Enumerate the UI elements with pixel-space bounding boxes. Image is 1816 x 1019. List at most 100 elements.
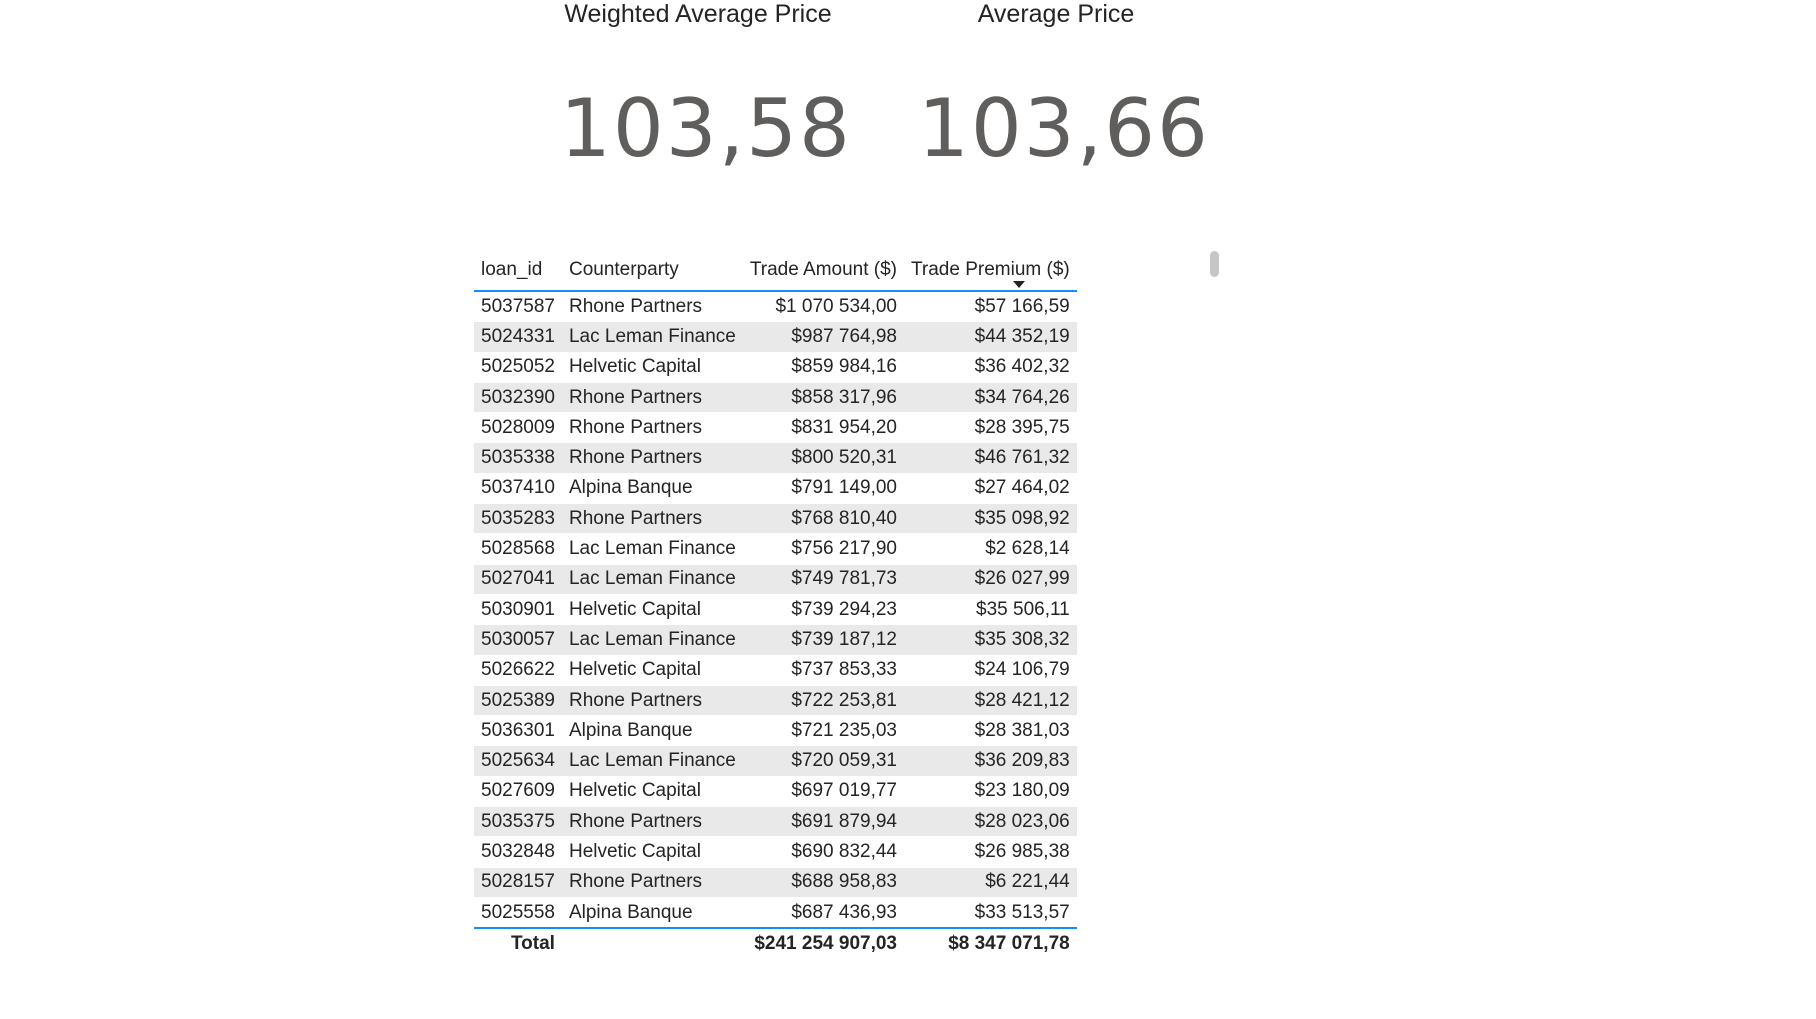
cell-trade-amount: $756 217,90	[742, 533, 904, 565]
cell-counterparty: Helvetic Capital	[561, 594, 743, 626]
table-row[interactable]: 5027041 Lac Leman Finance $749 781,73 $26 0…	[474, 564, 1077, 595]
column-header-trade-premium[interactable]: Trade Premium ($)	[904, 250, 1077, 292]
cell-trade-amount: $800 520,31	[742, 442, 904, 474]
cell-loan-id: 5035375	[474, 806, 562, 838]
cell-trade-premium: $33 513,57	[904, 897, 1077, 929]
cell-loan-id: 5024331	[474, 321, 562, 353]
table-row[interactable]: 5035338 Rhone Partners $800 520,31 $46 761,…	[474, 442, 1077, 474]
column-header-trade-amount[interactable]: Trade Amount ($)	[742, 250, 1025, 292]
table-row[interactable]: 5030901 Helvetic Capital $739 294,23 $35 50…	[474, 594, 1077, 626]
cell-loan-id: 5025389	[474, 685, 562, 717]
table-row[interactable]: 5035375 Rhone Partners $691 879,94 $28 023,…	[474, 806, 1077, 838]
cell-loan-id: 5030057	[474, 624, 562, 656]
cell-trade-premium: $28 395,75	[904, 412, 1077, 444]
table-scrollbar[interactable]	[1210, 251, 1219, 277]
cell-counterparty: Helvetic Capital	[561, 655, 743, 686]
cell-trade-amount: $697 019,77	[742, 776, 904, 808]
card-title: Average Price	[977, 0, 1135, 28]
cell-loan-id: 5025634	[474, 745, 562, 777]
table-total-row: Total $241 254 907,03 $8 347 071,78	[474, 927, 1077, 960]
cell-trade-amount: $737 853,33	[742, 655, 904, 686]
cell-trade-premium: $23 180,09	[904, 776, 1077, 808]
cell-counterparty: Alpina Banque	[561, 897, 743, 929]
cell-trade-amount: $720 059,31	[742, 745, 904, 777]
column-header-counterparty[interactable]: Counterparty	[561, 250, 743, 292]
table-row[interactable]: 5024331 Lac Leman Finance $987 764,98 $44 3…	[474, 321, 1077, 353]
cell-trade-premium: $28 381,03	[904, 715, 1077, 747]
cell-trade-amount: $987 764,98	[742, 321, 904, 353]
table-row[interactable]: 5035283 Rhone Partners $768 810,40 $35 098,…	[474, 503, 1077, 535]
total-trade-premium: $8 347 071,78	[904, 927, 1077, 960]
table-row[interactable]: 5025052 Helvetic Capital $859 984,16 $36 40…	[474, 352, 1077, 383]
cell-counterparty: Rhone Partners	[561, 806, 743, 838]
cell-loan-id: 5036301	[474, 715, 562, 747]
cell-counterparty: Alpina Banque	[561, 715, 743, 747]
cell-loan-id: 5032848	[474, 836, 562, 868]
table-row[interactable]: 5025389 Rhone Partners $722 253,81 $28 421,…	[474, 685, 1077, 717]
cell-counterparty: Rhone Partners	[561, 382, 743, 414]
cell-trade-premium: $34 764,26	[904, 382, 1077, 414]
cell-counterparty: Helvetic Capital	[561, 352, 743, 383]
cell-trade-premium: $44 352,19	[904, 321, 1077, 353]
cell-trade-premium: $28 023,06	[904, 806, 1077, 838]
cell-trade-premium: $46 761,32	[904, 442, 1077, 474]
total-empty-cell	[561, 927, 743, 960]
cell-loan-id: 5026622	[474, 655, 562, 686]
card-title: Weighted Average Price	[564, 0, 832, 28]
loan-trades-table: loan_id Counterparty Trade Amount ($) Tr…	[474, 250, 1077, 960]
cell-trade-premium: $27 464,02	[904, 473, 1077, 505]
table-row[interactable]: 5037587 Rhone Partners $1 070 534,00 $57 16…	[474, 291, 1077, 323]
cell-counterparty: Helvetic Capital	[561, 776, 743, 808]
table-row[interactable]: 5025558 Alpina Banque $687 436,93 $33 513,5…	[474, 897, 1077, 929]
cell-loan-id: 5037410	[474, 473, 562, 505]
table-row[interactable]: 5026622 Helvetic Capital $737 853,33 $24 10…	[474, 655, 1077, 686]
cell-trade-amount: $859 984,16	[742, 352, 904, 383]
column-header-label: Trade Amount ($)	[749, 259, 897, 280]
cell-loan-id: 5027041	[474, 564, 562, 595]
cell-trade-amount: $791 149,00	[742, 473, 904, 505]
cell-loan-id: 5030901	[474, 594, 562, 626]
table-row[interactable]: 5028009 Rhone Partners $831 954,20 $28 395,…	[474, 412, 1077, 444]
cell-trade-amount: $831 954,20	[742, 412, 904, 444]
cell-loan-id: 5035283	[474, 503, 562, 535]
table-row[interactable]: 5028157 Rhone Partners $688 958,83 $6 221,4…	[474, 867, 1077, 898]
cell-trade-premium: $35 308,32	[904, 624, 1077, 656]
cell-trade-amount: $721 235,03	[742, 715, 904, 747]
cell-counterparty: Alpina Banque	[561, 473, 743, 505]
table-row[interactable]: 5036301 Alpina Banque $721 235,03 $28 381,0…	[474, 715, 1077, 747]
table-row[interactable]: 5025634 Lac Leman Finance $720 059,31 $36 2…	[474, 745, 1077, 777]
cell-trade-amount: $749 781,73	[742, 564, 904, 595]
cell-loan-id: 5027609	[474, 776, 562, 808]
cell-trade-premium: $2 628,14	[904, 533, 1077, 565]
cell-counterparty: Lac Leman Finance	[561, 745, 743, 777]
cell-trade-amount: $739 294,23	[742, 594, 904, 626]
column-header-loan-id[interactable]: loan_id	[474, 250, 562, 292]
table-row[interactable]: 5032848 Helvetic Capital $690 832,44 $26 98…	[474, 836, 1077, 868]
cell-trade-premium: $35 506,11	[904, 594, 1077, 626]
cell-counterparty: Rhone Partners	[561, 442, 743, 474]
cell-trade-premium: $26 985,38	[904, 836, 1077, 868]
table-row[interactable]: 5032390 Rhone Partners $858 317,96 $34 764,…	[474, 382, 1077, 414]
total-trade-amount: $241 254 907,03	[742, 927, 904, 960]
cell-loan-id: 5035338	[474, 442, 562, 474]
cell-counterparty: Lac Leman Finance	[561, 564, 743, 595]
table-body: 5037587 Rhone Partners $1 070 534,00 $57 16…	[474, 291, 1077, 929]
cell-trade-amount: $687 436,93	[742, 897, 904, 929]
cell-trade-amount: $690 832,44	[742, 836, 904, 868]
table-row[interactable]: 5027609 Helvetic Capital $697 019,77 $23 18…	[474, 776, 1077, 808]
cell-trade-premium: $6 221,44	[904, 867, 1077, 898]
cell-trade-amount: $688 958,83	[742, 867, 904, 898]
cell-trade-premium: $57 166,59	[904, 291, 1077, 323]
table-row[interactable]: 5028568 Lac Leman Finance $756 217,90 $2 62…	[474, 533, 1077, 565]
cell-loan-id: 5028568	[474, 533, 562, 565]
table-row[interactable]: 5037410 Alpina Banque $791 149,00 $27 464,0…	[474, 473, 1077, 505]
cell-loan-id: 5032390	[474, 382, 562, 414]
cell-counterparty: Rhone Partners	[561, 867, 743, 898]
table-row[interactable]: 5030057 Lac Leman Finance $739 187,12 $35 3…	[474, 624, 1077, 656]
cell-counterparty: Helvetic Capital	[561, 836, 743, 868]
data-table: loan_id Counterparty Trade Amount ($) Tr…	[474, 250, 1077, 960]
cell-trade-amount: $1 070 534,00	[742, 291, 904, 323]
cell-trade-premium: $35 098,92	[904, 503, 1077, 535]
card-value: 103,58	[560, 82, 852, 175]
cell-trade-premium: $28 421,12	[904, 685, 1077, 717]
